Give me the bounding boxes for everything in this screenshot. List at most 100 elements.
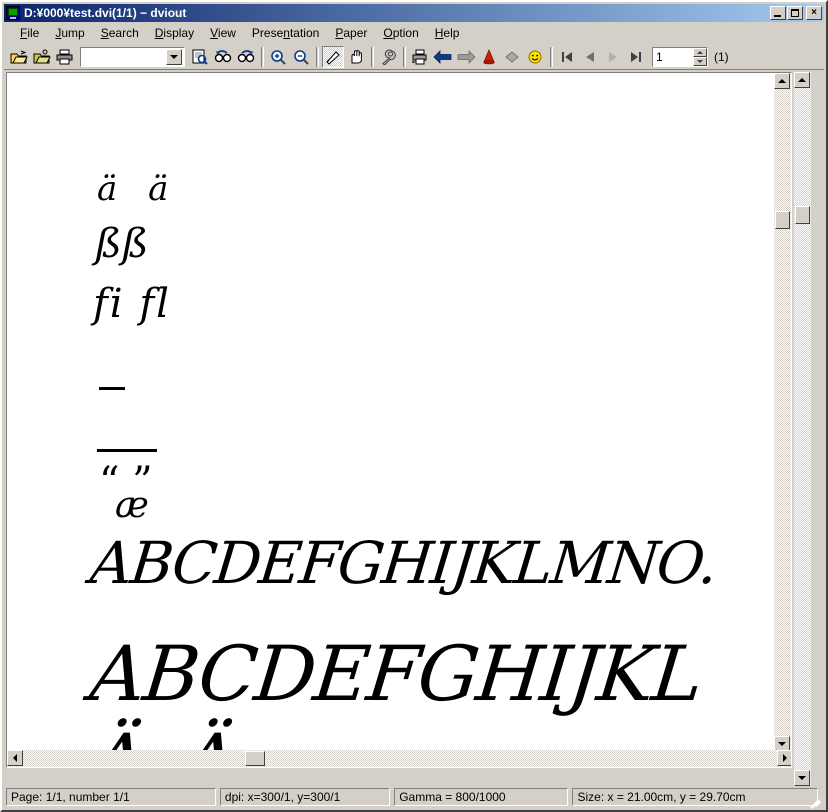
horizontal-scroll-thumb[interactable] xyxy=(245,751,265,766)
doc-rule-short xyxy=(99,387,125,390)
monitor-icon xyxy=(6,6,20,20)
doc-line-eszett: ßß xyxy=(95,221,149,267)
chevron-down-icon[interactable] xyxy=(166,48,182,65)
size-status-pane: Size: x = 21.00cm, y = 29.70cm xyxy=(572,788,818,806)
menu-item-search[interactable]: Search xyxy=(93,24,147,42)
zoom-out-button[interactable] xyxy=(290,46,312,68)
spinner-down-button[interactable] xyxy=(693,56,707,66)
print-button[interactable] xyxy=(54,46,76,68)
printer-setup-icon xyxy=(412,49,427,64)
hand-icon xyxy=(351,49,362,63)
vertical-scroll-thumb[interactable] xyxy=(775,211,790,229)
wrench-button[interactable] xyxy=(377,46,399,68)
page-status-text: Page: 1/1, number 1/1 xyxy=(11,790,130,804)
horizontal-scrollbar[interactable] xyxy=(7,750,791,767)
search-forward-icon xyxy=(237,49,255,62)
menu-item-jump[interactable]: Jump xyxy=(47,24,92,42)
last-page-button[interactable] xyxy=(625,46,647,68)
toolbar-separator-5 xyxy=(550,46,553,67)
zoom-in-icon xyxy=(271,49,286,65)
close-button[interactable]: × xyxy=(806,6,822,20)
scroll-right-button[interactable] xyxy=(777,750,791,766)
search-back-button[interactable] xyxy=(212,46,234,68)
toolbar-separator-1 xyxy=(261,46,264,67)
preview-icon xyxy=(192,49,208,65)
page-scroll-thumb[interactable] xyxy=(795,206,810,224)
doc-line-ae: æ xyxy=(115,485,149,526)
menu-item-presentation[interactable]: Presentation xyxy=(244,24,327,42)
zoom-out-icon xyxy=(294,49,309,65)
menu-item-file[interactable]: File xyxy=(12,24,47,42)
scroll-left-button[interactable] xyxy=(7,750,23,766)
back-arrow-icon xyxy=(433,49,452,64)
page-count-label: (1) xyxy=(714,49,729,64)
page-scroll-up-button[interactable] xyxy=(794,72,810,88)
page-scrollbar[interactable] xyxy=(794,72,811,786)
toolbar: 1 (1) xyxy=(4,44,824,70)
search-forward-button[interactable] xyxy=(235,46,257,68)
maximize-icon xyxy=(791,9,799,17)
resize-grip-icon[interactable] xyxy=(808,792,822,809)
hand-button[interactable] xyxy=(345,46,367,68)
maximize-button[interactable] xyxy=(787,6,803,20)
forward-arrow-icon xyxy=(457,49,476,64)
print-icon xyxy=(56,49,73,64)
spinner-up-button[interactable] xyxy=(693,47,707,57)
doc-line-umlaut-a: ä ä xyxy=(97,169,179,209)
open-folder-icon xyxy=(33,49,51,63)
vertical-scrollbar[interactable] xyxy=(774,73,791,767)
prev-page-icon xyxy=(586,51,594,62)
smiley-button[interactable] xyxy=(524,46,546,68)
diamond-icon xyxy=(505,50,519,63)
window-title: D:¥000¥test.dvi(1/1) − dviout xyxy=(24,6,187,20)
close-icon: × xyxy=(811,7,817,18)
forward-button[interactable] xyxy=(455,46,477,68)
marker-icon xyxy=(483,48,495,64)
document-canvas[interactable]: ä ä ßß fi fl “ ” æ ABCDEFGHIJKLMNO. ABCD… xyxy=(6,72,792,768)
marker-button[interactable] xyxy=(478,46,500,68)
pointer-button[interactable] xyxy=(322,45,344,68)
first-page-button[interactable] xyxy=(556,46,578,68)
zoom-in-button[interactable] xyxy=(267,46,289,68)
font-combo[interactable] xyxy=(80,46,185,67)
next-page-button[interactable] xyxy=(602,46,624,68)
page-spinner[interactable] xyxy=(693,47,707,66)
minimize-icon xyxy=(774,15,781,17)
menu-item-view[interactable]: View xyxy=(202,24,244,42)
prev-page-button[interactable] xyxy=(579,46,601,68)
open-file-button[interactable] xyxy=(8,46,30,68)
menu-item-help[interactable]: Help xyxy=(427,24,468,42)
doc-line-ligatures: fi fl xyxy=(93,281,171,327)
window-controls: × xyxy=(769,6,822,20)
page-number-value: 1 xyxy=(656,49,663,64)
scroll-up-button[interactable] xyxy=(774,73,790,89)
pointer-icon xyxy=(326,50,340,65)
page-status-pane: Page: 1/1, number 1/1 xyxy=(6,788,216,806)
menu-item-paper[interactable]: Paper xyxy=(327,24,375,42)
back-button[interactable] xyxy=(432,46,454,68)
menu-item-display[interactable]: Display xyxy=(147,24,202,42)
doc-rule-long xyxy=(97,449,157,452)
doc-line-alphabet-1: ABCDEFGHIJKLMNO. xyxy=(87,529,720,597)
smiley-icon xyxy=(528,50,542,63)
printer-setup-button[interactable] xyxy=(409,46,431,68)
diamond-button[interactable] xyxy=(501,46,523,68)
last-page-icon xyxy=(631,51,641,62)
page-scroll-down-button[interactable] xyxy=(794,770,810,786)
menu-bar: File Jump Search Display View Presentati… xyxy=(4,23,824,42)
gamma-status-pane: Gamma = 800/1000 xyxy=(394,788,569,806)
gamma-status-text: Gamma = 800/1000 xyxy=(399,790,506,804)
status-bar: Page: 1/1, number 1/1 dpi: x=300/1, y=30… xyxy=(4,786,824,809)
doc-line-alphabet-2: ABCDEFGHIJKL xyxy=(86,629,706,718)
dvi-page: ä ä ßß fi fl “ ” æ ABCDEFGHIJKLMNO. ABCD… xyxy=(7,73,791,767)
title-bar: D:¥000¥test.dvi(1/1) − dviout × xyxy=(4,4,824,22)
next-page-icon xyxy=(609,51,617,62)
open-folder-button[interactable] xyxy=(31,46,53,68)
client-area: ä ä ßß fi fl “ ” æ ABCDEFGHIJKLMNO. ABCD… xyxy=(6,72,811,786)
toolbar-separator-4 xyxy=(403,46,406,67)
search-back-icon xyxy=(214,49,232,62)
preview-button[interactable] xyxy=(189,46,211,68)
page-number-input[interactable]: 1 xyxy=(652,46,708,67)
minimize-button[interactable] xyxy=(770,6,786,20)
menu-item-option[interactable]: Option xyxy=(375,24,426,42)
